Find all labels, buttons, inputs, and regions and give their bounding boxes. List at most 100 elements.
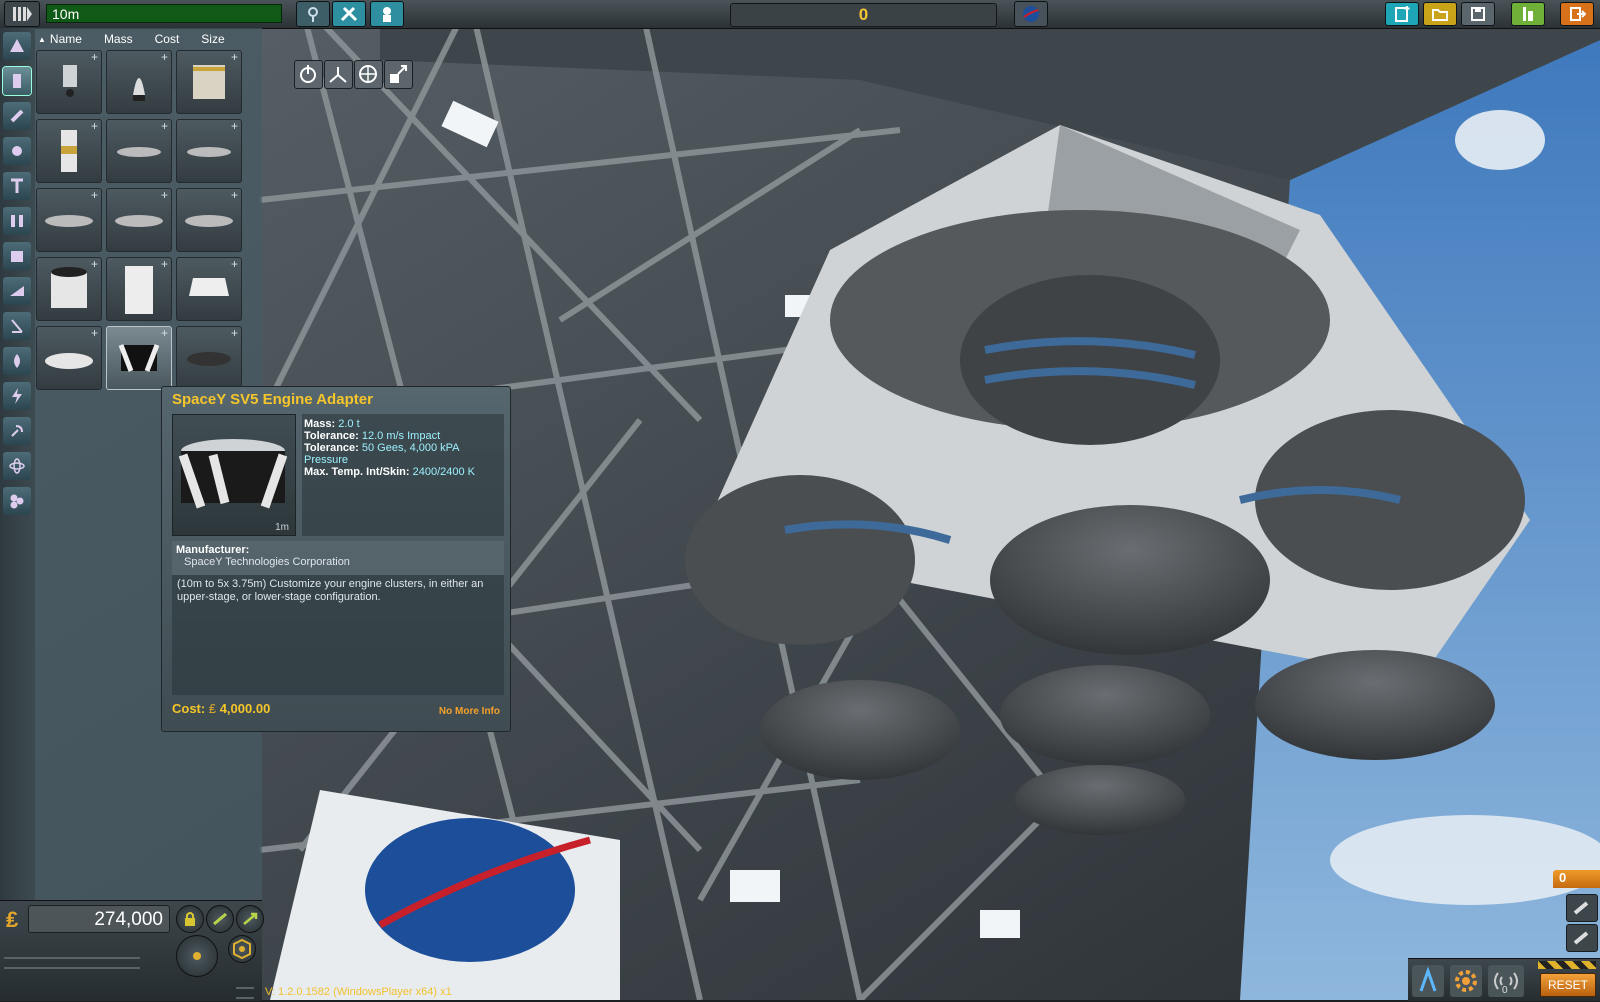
category-aero[interactable]: [3, 277, 31, 305]
parts-toggle-button[interactable]: [4, 1, 40, 27]
category-coupling[interactable]: [3, 207, 31, 235]
part-category-strip: [0, 28, 35, 1000]
wrench-hammer-icon: [340, 6, 358, 22]
part-tile[interactable]: +: [36, 326, 102, 390]
rotate-gizmo-button[interactable]: [206, 905, 234, 933]
tools-button[interactable]: [332, 1, 366, 27]
part-tile[interactable]: +: [36, 257, 102, 321]
part-cost: Cost: ₤ 4,000.00: [172, 701, 271, 716]
lock-button[interactable]: [176, 905, 204, 933]
category-cargo[interactable]: [3, 487, 31, 515]
stage-number: 0: [1553, 870, 1600, 888]
snap-button[interactable]: [354, 60, 383, 89]
offset-gizmo-button[interactable]: [236, 905, 264, 933]
load-craft-button[interactable]: [1423, 2, 1457, 26]
add-part-icon: +: [90, 119, 98, 133]
staging-strip: 0: [1550, 870, 1600, 970]
engine-power-button[interactable]: [294, 60, 323, 89]
save-disk-icon: [1471, 7, 1485, 21]
wing-icon: [10, 286, 24, 296]
category-fuel-tanks[interactable]: [3, 67, 31, 95]
more-info-link[interactable]: No More Info: [439, 706, 500, 717]
add-part-icon: +: [230, 257, 238, 271]
hazard-stripe: [1538, 961, 1596, 969]
stage-slot[interactable]: [1566, 924, 1598, 952]
panel-grip[interactable]: [4, 957, 140, 969]
agency-button[interactable]: [1014, 1, 1048, 27]
stage-slot[interactable]: [1566, 894, 1598, 922]
version-label: V: 1.2.0.1582 (WindowsPlayer x64) x1: [265, 986, 452, 998]
cloud: [1455, 110, 1545, 170]
comms-button[interactable]: 0: [1488, 965, 1524, 997]
category-structural[interactable]: [3, 172, 31, 200]
part-tile[interactable]: +: [176, 119, 242, 183]
offset-button[interactable]: [384, 60, 413, 89]
sort-by-mass[interactable]: Mass: [104, 32, 133, 46]
part-tile-selected[interactable]: +: [106, 326, 172, 390]
category-thermal[interactable]: [3, 347, 31, 375]
category-science[interactable]: [3, 452, 31, 480]
part-tile[interactable]: +: [176, 50, 242, 114]
add-part-icon: +: [160, 257, 168, 271]
hex-nut-icon: [233, 938, 251, 960]
lightning-icon: [12, 388, 22, 404]
launch-button[interactable]: [1511, 2, 1545, 26]
flame-icon: [14, 354, 20, 368]
exit-button[interactable]: [1560, 2, 1594, 26]
center-of-lift-button[interactable]: [228, 935, 256, 963]
funds-icon: ₤: [6, 907, 19, 932]
part-tile[interactable]: +: [176, 326, 242, 390]
part-tile[interactable]: +: [106, 119, 172, 183]
part-tile[interactable]: +: [176, 257, 242, 321]
folder-icon: [1432, 9, 1448, 21]
part-tile[interactable]: +: [36, 119, 102, 183]
engine-adapter-thumbnail: [178, 439, 288, 509]
category-control[interactable]: [3, 137, 31, 165]
exit-icon: [1570, 7, 1586, 21]
add-part-icon: +: [90, 257, 98, 271]
new-craft-button[interactable]: [1385, 2, 1419, 26]
category-electrical[interactable]: [3, 382, 31, 410]
part-tile[interactable]: +: [36, 188, 102, 252]
part-tile[interactable]: +: [36, 50, 102, 114]
part-stats: Mass: 2.0 t Tolerance: 12.0 m/s Impact T…: [302, 414, 504, 536]
part-tile[interactable]: +: [106, 50, 172, 114]
category-communication[interactable]: [3, 417, 31, 445]
symmetry-button[interactable]: [324, 60, 353, 89]
category-ground[interactable]: [3, 312, 31, 340]
rocket-icon: [10, 109, 24, 123]
settings-button[interactable]: [1450, 965, 1482, 997]
gyro-icon: [12, 146, 22, 156]
part-tile[interactable]: +: [176, 188, 242, 252]
sort-by-cost[interactable]: Cost: [155, 32, 180, 46]
mass-row: Mass: 2.0 t: [304, 418, 360, 430]
craft-name-input[interactable]: [46, 4, 282, 23]
antenna-icon: [11, 425, 23, 437]
category-payload[interactable]: [3, 242, 31, 270]
crew-button[interactable]: [370, 1, 404, 27]
save-craft-button[interactable]: [1461, 2, 1495, 26]
manufacturer-name: SpaceY Technologies Corporation: [184, 556, 350, 568]
landing-leg-icon: [11, 319, 23, 333]
category-engines[interactable]: [3, 102, 31, 130]
part-tile[interactable]: +: [106, 188, 172, 252]
decoupler-stage-icon: [1573, 931, 1589, 945]
sort-by-name[interactable]: Name: [50, 32, 82, 46]
sort-by-size[interactable]: Size: [201, 32, 224, 46]
add-part-icon: +: [230, 326, 238, 340]
panel-grip[interactable]: [236, 987, 254, 999]
funds-icon: ₤: [208, 701, 217, 716]
add-part-icon: +: [230, 188, 238, 202]
action-groups-button[interactable]: [1412, 965, 1444, 997]
add-part-icon: +: [90, 50, 98, 64]
vab-button[interactable]: [296, 1, 330, 27]
center-of-mass-button[interactable]: [176, 935, 218, 977]
part-description: (10m to 5x 3.75m) Customize your engine …: [172, 575, 504, 695]
vab-icon: [308, 7, 318, 22]
reset-button[interactable]: RESET: [1540, 973, 1596, 997]
part-tile[interactable]: +: [106, 257, 172, 321]
add-part-icon: +: [90, 326, 98, 340]
category-pods[interactable]: [3, 32, 31, 60]
sort-header: ▲ Name Mass Cost Size: [34, 28, 262, 50]
fuel-tank-icon: [13, 74, 21, 88]
